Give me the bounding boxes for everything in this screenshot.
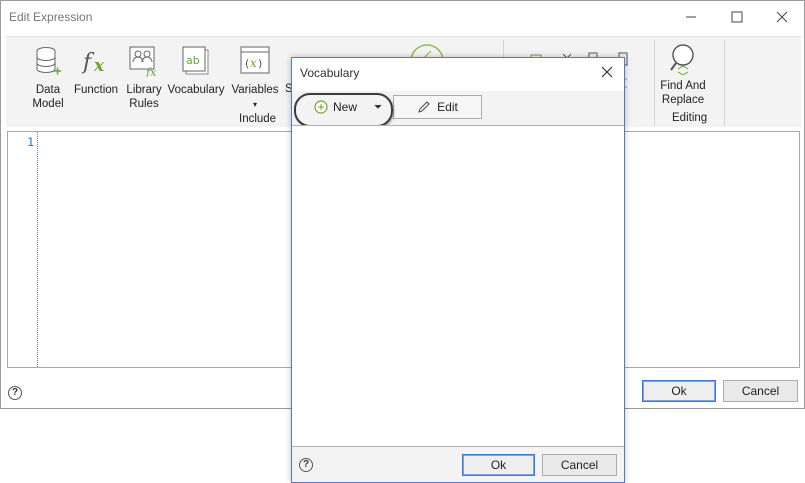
vocabulary-button[interactable]: ab Vocabulary <box>166 43 226 97</box>
svg-text:f: f <box>81 50 95 75</box>
function-icon: f x <box>81 50 105 76</box>
data-model-button[interactable]: Data Model <box>30 43 66 111</box>
dialog-title: Vocabulary <box>300 66 360 80</box>
vocabulary-label: Vocabulary <box>167 84 225 96</box>
find-replace-button[interactable]: Find And Replace <box>656 43 710 107</box>
minimize-button[interactable] <box>668 1 714 32</box>
line-number-gutter: 1 <box>8 132 38 367</box>
include-group-label: Include <box>239 113 277 125</box>
dialog-help-icon[interactable]: ? <box>299 458 313 472</box>
line-number: 1 <box>27 135 34 149</box>
vocabulary-list[interactable] <box>292 125 624 447</box>
find-replace-label-2: Replace <box>661 94 705 106</box>
window-title: Edit Expression <box>9 10 93 24</box>
dialog-footer: ? Ok Cancel <box>292 447 624 482</box>
data-model-label-2: Model <box>32 98 64 110</box>
ribbon-separator-3 <box>724 40 725 126</box>
svg-text:x: x <box>250 56 257 70</box>
svg-text:x: x <box>93 56 105 76</box>
function-button[interactable]: f x Function <box>73 43 119 97</box>
library-rules-label-1: Library <box>126 84 162 96</box>
close-icon <box>776 11 788 22</box>
new-button-highlight <box>294 93 393 127</box>
main-cancel-button[interactable]: Cancel <box>723 380 798 402</box>
close-button[interactable] <box>759 1 805 32</box>
find-replace-label-1: Find And <box>660 80 706 92</box>
maximize-button[interactable] <box>714 1 760 32</box>
vocabulary-icon: ab <box>182 46 209 75</box>
function-label: Function <box>73 84 119 96</box>
library-rules-button[interactable]: fx Library Rules <box>124 43 164 111</box>
maximize-icon <box>731 11 743 22</box>
variables-dropdown-arrow: ▾ <box>252 100 257 109</box>
minimize-icon <box>686 16 696 17</box>
ribbon-separator-2 <box>654 40 655 126</box>
pencil-icon <box>418 101 430 113</box>
database-icon <box>36 47 61 75</box>
close-icon <box>601 66 613 78</box>
svg-text:fx: fx <box>145 66 157 77</box>
library-rules-label-2: Rules <box>129 98 159 110</box>
variables-button[interactable]: ( x ) Variables ▾ <box>230 43 280 112</box>
svg-text:): ) <box>258 57 262 70</box>
dialog-cancel-button[interactable]: Cancel <box>542 454 617 476</box>
dialog-ok-button[interactable]: Ok <box>462 454 535 476</box>
dialog-close-button[interactable] <box>596 62 618 82</box>
dialog-toolbar: New Edit <box>292 91 624 127</box>
find-replace-icon <box>670 44 694 75</box>
variables-label: Variables <box>231 84 279 96</box>
vocabulary-dialog: Vocabulary New Edit ? Ok Cancel <box>291 57 625 483</box>
data-model-label-1: Data <box>35 84 61 96</box>
main-ok-button[interactable]: Ok <box>642 380 716 402</box>
svg-text:(: ( <box>245 57 249 70</box>
library-rules-icon: fx <box>129 46 157 77</box>
variables-icon: ( x ) <box>240 46 270 74</box>
edit-button-label: Edit <box>437 100 458 114</box>
help-icon[interactable]: ? <box>8 386 22 400</box>
editing-group-label: Editing <box>672 112 708 124</box>
edit-button[interactable]: Edit <box>393 95 482 119</box>
title-bar: Edit Expression <box>1 1 804 32</box>
svg-text:ab: ab <box>186 54 200 67</box>
